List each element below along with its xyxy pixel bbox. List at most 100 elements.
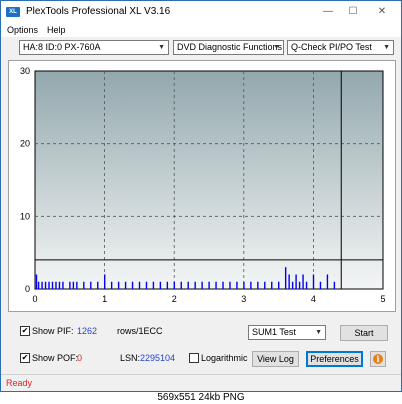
- controls-panel: ✔ Show PIF: 1262 rows/1ECC SUM1 Test ▼ S…: [1, 318, 401, 374]
- pi-bar: [257, 281, 259, 289]
- pof-value: 0: [77, 353, 83, 363]
- pi-bar: [264, 281, 266, 289]
- pi-bar: [55, 281, 57, 289]
- pi-bar: [319, 281, 322, 289]
- plot-area: [34, 70, 384, 290]
- logarithmic-label: Logarithmic: [201, 353, 248, 363]
- pi-bar: [35, 274, 38, 289]
- image-caption: 569x551 24kb PNG: [0, 392, 402, 404]
- sum-select-value: SUM1 Test: [252, 327, 296, 337]
- start-button[interactable]: Start: [340, 325, 388, 341]
- pi-bar: [138, 281, 141, 289]
- y-tick-label: 10: [20, 211, 30, 221]
- function-select[interactable]: DVD Diagnostic Functions ▼: [173, 40, 284, 55]
- x-tick-label: 3: [241, 294, 246, 304]
- drive-select-value: HA:8 ID:0 PX-760A: [23, 42, 101, 52]
- pi-bar: [201, 281, 203, 289]
- pi-bar: [41, 281, 43, 289]
- title-bar[interactable]: XL PlexTools Professional XL V3.16 — ☐ ✕: [1, 1, 401, 23]
- pi-bar: [44, 281, 47, 289]
- drive-select[interactable]: HA:8 ID:0 PX-760A ▼: [19, 40, 169, 55]
- preferences-button[interactable]: Preferences: [306, 351, 363, 367]
- pi-bar: [159, 281, 162, 289]
- pi-bar: [333, 281, 336, 289]
- pi-bar: [166, 281, 169, 289]
- close-button[interactable]: ✕: [371, 4, 393, 20]
- sum-select[interactable]: SUM1 Test ▼: [248, 325, 326, 340]
- pi-bar: [76, 281, 78, 289]
- logarithmic-checkbox[interactable]: [189, 353, 199, 363]
- app-icon: XL: [6, 7, 20, 17]
- app-window: XL PlexTools Professional XL V3.16 — ☐ ✕…: [0, 0, 402, 392]
- pi-bar: [222, 281, 224, 289]
- pi-bar: [37, 281, 40, 289]
- x-tick-label: 0: [32, 294, 37, 304]
- pi-bar: [291, 281, 294, 289]
- lsn-label: LSN:: [120, 353, 141, 363]
- pi-bar: [305, 281, 308, 289]
- pi-bar: [72, 281, 75, 289]
- show-pof-label: Show POF:: [32, 353, 79, 363]
- function-select-value: DVD Diagnostic Functions: [177, 42, 283, 52]
- chart-svg: 0 1 2 3 4 5 0 10 20 30: [20, 66, 386, 304]
- pi-bar: [312, 274, 315, 289]
- show-pif-checkbox[interactable]: ✔: [20, 326, 30, 336]
- pi-bar: [208, 281, 210, 289]
- pif-unit: rows/1ECC: [117, 326, 163, 336]
- y-tick-label: 0: [25, 284, 30, 294]
- pi-bar: [69, 281, 71, 289]
- pi-bar: [180, 281, 182, 289]
- pi-bar: [97, 281, 99, 289]
- y-tick-label: 20: [20, 139, 30, 149]
- pi-bar: [131, 281, 134, 289]
- pi-bar: [288, 274, 290, 289]
- y-tick-label: 30: [20, 66, 30, 76]
- lsn-value: 2295104: [140, 353, 176, 363]
- show-pif-label: Show PIF:: [32, 326, 74, 336]
- pi-bar: [104, 274, 106, 289]
- pi-bar: [295, 274, 297, 289]
- pi-bar: [271, 281, 273, 289]
- pi-bar: [48, 281, 50, 289]
- pi-bar: [51, 281, 54, 289]
- window-title: PlexTools Professional XL V3.16: [26, 6, 171, 17]
- chevron-down-icon: ▼: [158, 44, 165, 51]
- info-button[interactable]: i: [370, 351, 386, 367]
- pi-bar: [302, 274, 304, 289]
- menu-help[interactable]: Help: [47, 25, 66, 35]
- pi-bar: [215, 281, 217, 289]
- x-tick-label: 1: [102, 294, 107, 304]
- pi-bar: [90, 281, 92, 289]
- pi-bar: [124, 281, 127, 289]
- menu-bar: Options Help: [1, 23, 401, 37]
- pi-bar: [284, 267, 287, 289]
- show-pof-checkbox[interactable]: ✔: [20, 353, 30, 363]
- x-tick-label: 2: [172, 294, 177, 304]
- chevron-down-icon: ▼: [273, 44, 280, 51]
- pi-bar: [326, 274, 329, 289]
- pif-value: 1262: [77, 326, 98, 336]
- pi-bar: [229, 281, 231, 289]
- status-bar: Ready: [1, 374, 401, 391]
- pi-bar: [243, 281, 245, 289]
- pi-bar: [117, 281, 120, 289]
- info-icon: i: [373, 354, 383, 364]
- pi-bar: [236, 281, 238, 289]
- pi-bar: [145, 281, 148, 289]
- chevron-down-icon: ▼: [315, 329, 322, 336]
- pi-bar: [187, 281, 189, 289]
- menu-options[interactable]: Options: [7, 25, 38, 35]
- pi-bar: [62, 281, 64, 289]
- status-text: Ready: [6, 378, 33, 388]
- minimize-button[interactable]: —: [317, 4, 339, 20]
- test-select[interactable]: Q-Check PI/PO Test ▼: [287, 40, 394, 55]
- test-select-value: Q-Check PI/PO Test: [291, 42, 372, 52]
- maximize-button[interactable]: ☐: [342, 4, 364, 20]
- pi-bar: [278, 281, 280, 289]
- view-log-button[interactable]: View Log: [252, 351, 299, 367]
- pi-bar: [250, 281, 252, 289]
- pi-bar: [83, 281, 85, 289]
- pi-bar: [173, 281, 175, 289]
- chevron-down-icon: ▼: [383, 44, 390, 51]
- x-tick-label: 5: [380, 294, 385, 304]
